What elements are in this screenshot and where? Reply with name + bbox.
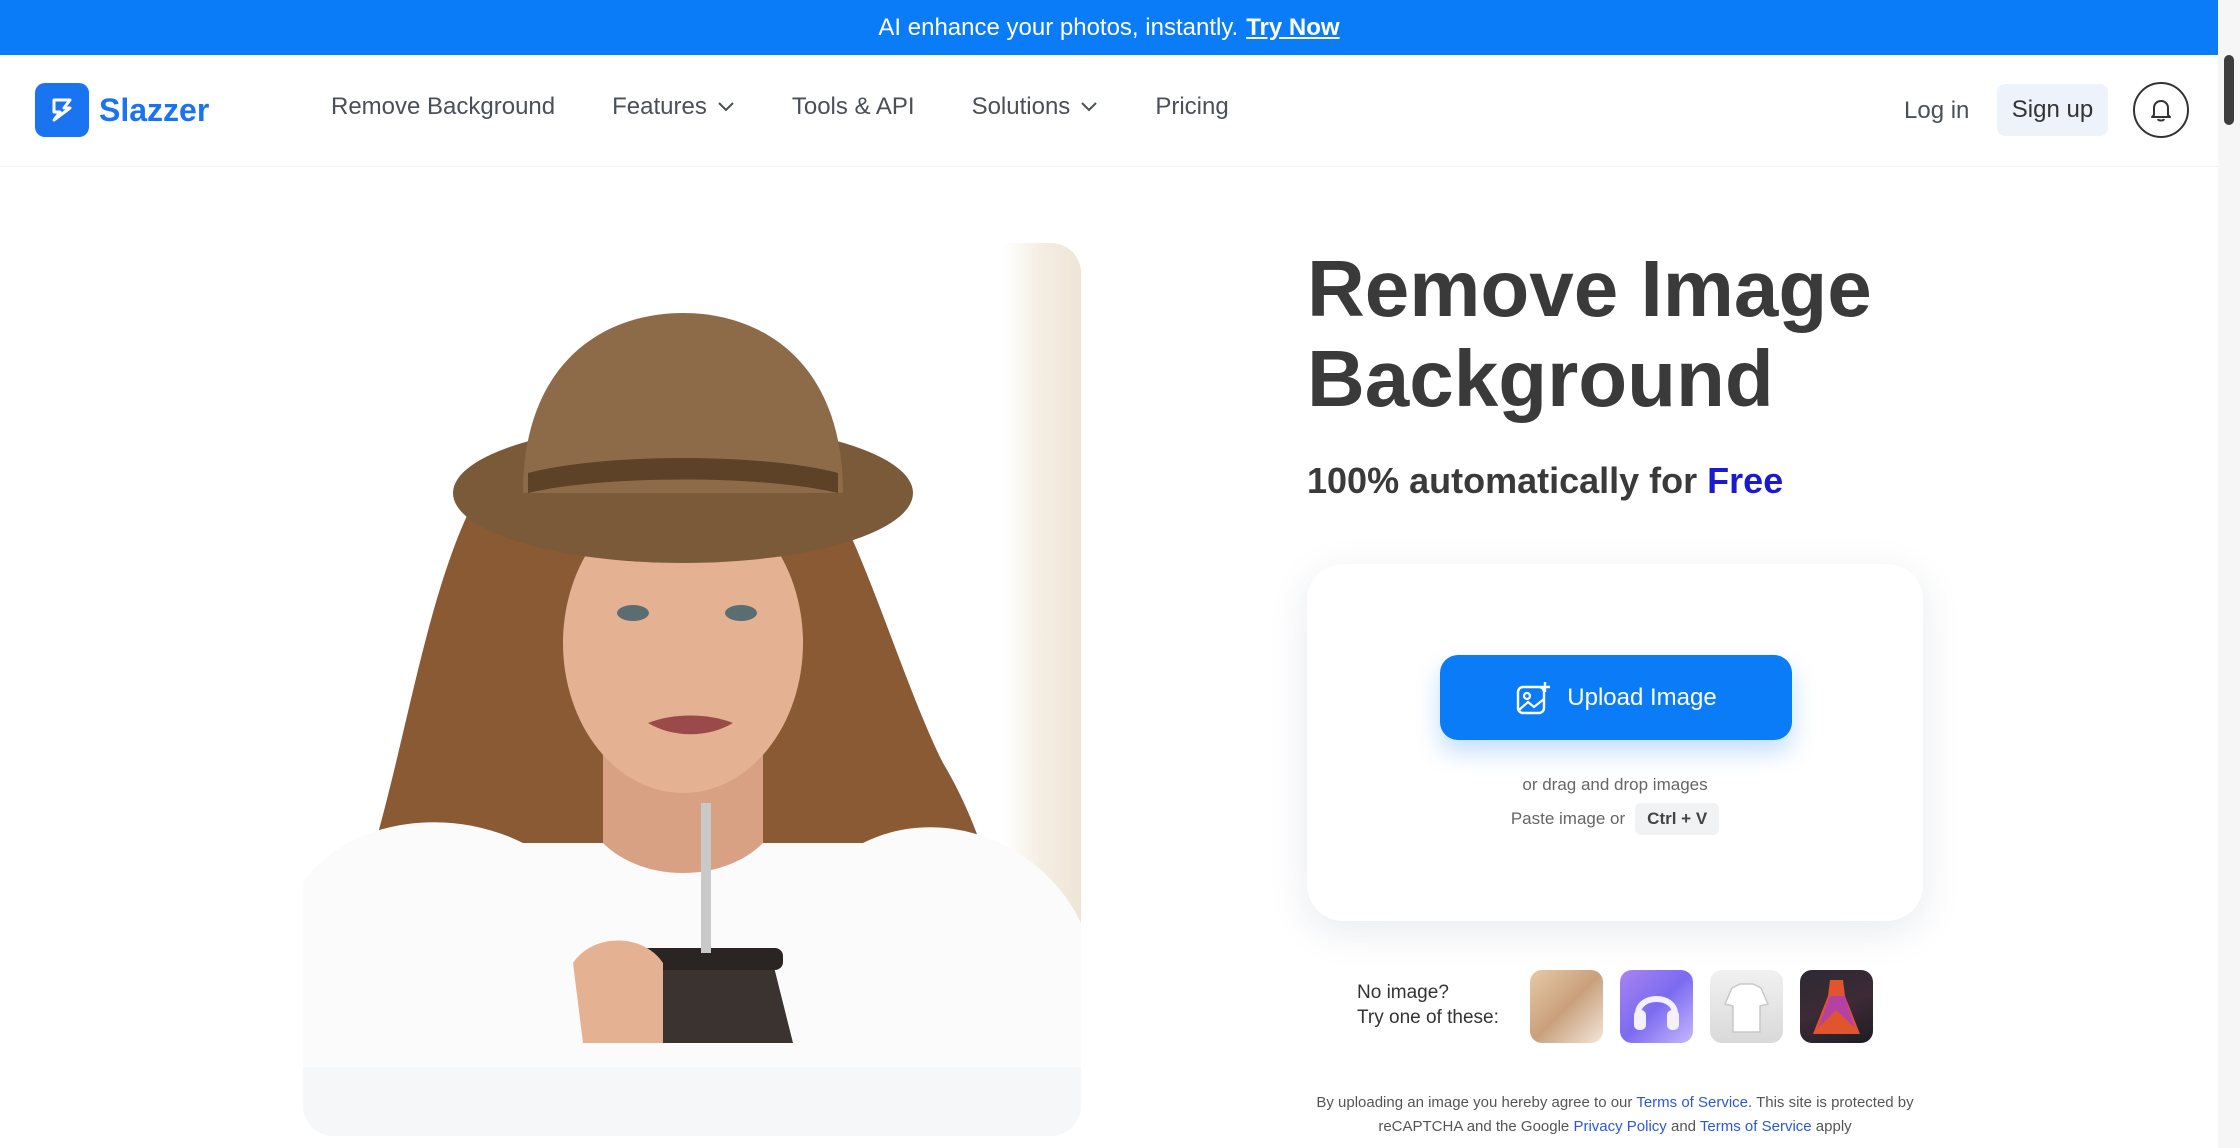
page-scrollbar[interactable] xyxy=(2218,0,2240,1148)
scrollbar-thumb[interactable] xyxy=(2224,55,2234,125)
nav-label: Remove Background xyxy=(331,93,556,120)
nav-features[interactable]: Features xyxy=(612,93,735,121)
sample-image-headphones[interactable] xyxy=(1620,970,1693,1043)
brand-logo[interactable]: Slazzer xyxy=(35,83,209,137)
paste-text: Paste image or xyxy=(1510,809,1626,828)
promo-banner: AI enhance your photos, instantly. Try N… xyxy=(0,0,2218,55)
nav-label: Pricing xyxy=(1155,93,1229,120)
try-now-link[interactable]: Try Now xyxy=(1246,14,1339,42)
paste-hint: Paste image or Ctrl + V xyxy=(1307,803,1923,835)
sample-images xyxy=(1530,970,1890,1043)
nav-pricing[interactable]: Pricing xyxy=(1155,93,1228,121)
nav-solutions[interactable]: Solutions xyxy=(972,93,1099,121)
legal-text: and xyxy=(1670,1118,1697,1135)
promo-text: AI enhance your photos, instantly. xyxy=(878,13,1239,41)
hero-image-card xyxy=(303,243,1081,1136)
legal-notice: By uploading an image you hereby agree t… xyxy=(1307,1091,1923,1139)
sample-images-label: No image? Try one of these: xyxy=(1357,980,1499,1030)
subtitle-highlight: Free xyxy=(1707,460,1784,501)
brand-name: Slazzer xyxy=(99,91,210,128)
legal-text: By uploading an image you hereby agree t… xyxy=(1316,1094,1633,1111)
main-nav: Remove Background Features Tools & API S… xyxy=(331,93,1286,121)
image-upload-icon xyxy=(1517,681,1551,714)
page-subtitle: 100% automatically for Free xyxy=(1307,460,1783,502)
nav-tools-api[interactable]: Tools & API xyxy=(792,93,915,121)
terms-of-service-link[interactable]: Terms of Service xyxy=(1700,1118,1812,1135)
terms-of-service-link[interactable]: Terms of Service xyxy=(1636,1094,1748,1111)
bell-icon xyxy=(2151,100,2171,122)
sample-image-couple[interactable] xyxy=(1530,970,1603,1043)
slazzer-logo-icon xyxy=(35,83,89,137)
upload-button-label: Upload Image xyxy=(1567,683,1717,711)
drag-drop-text: or drag and drop images xyxy=(1522,775,1708,794)
login-link[interactable]: Log in xyxy=(1904,97,1969,125)
chevron-down-icon xyxy=(718,102,734,112)
notification-button[interactable] xyxy=(2133,82,2189,138)
upload-dropzone[interactable]: Upload Image or drag and drop images Pas… xyxy=(1307,564,1923,921)
signup-button[interactable]: Sign up xyxy=(1997,84,2108,136)
nav-remove-background[interactable]: Remove Background xyxy=(331,93,555,121)
nav-label: Features xyxy=(612,93,707,120)
legal-text: apply xyxy=(1815,1118,1852,1135)
chevron-down-icon xyxy=(1081,102,1098,112)
subtitle-text: 100% automatically for xyxy=(1307,460,1698,501)
keyboard-shortcut: Ctrl + V xyxy=(1635,803,1720,835)
upload-image-button[interactable]: Upload Image xyxy=(1440,655,1792,740)
sample-image-dress[interactable] xyxy=(1800,970,1873,1043)
nav-label: Solutions xyxy=(971,93,1071,120)
nav-label: Tools & API xyxy=(791,93,915,120)
sample-label-line2: Try one of these: xyxy=(1357,1007,1499,1028)
sample-label-line1: No image? xyxy=(1357,982,1449,1003)
site-header: Slazzer Remove Background Features Tools… xyxy=(0,55,2218,167)
page-title: Remove Image Background xyxy=(1307,244,1872,423)
sample-image-shirt[interactable] xyxy=(1710,970,1783,1043)
hero-photo xyxy=(303,243,1081,1068)
privacy-policy-link[interactable]: Privacy Policy xyxy=(1573,1118,1666,1135)
